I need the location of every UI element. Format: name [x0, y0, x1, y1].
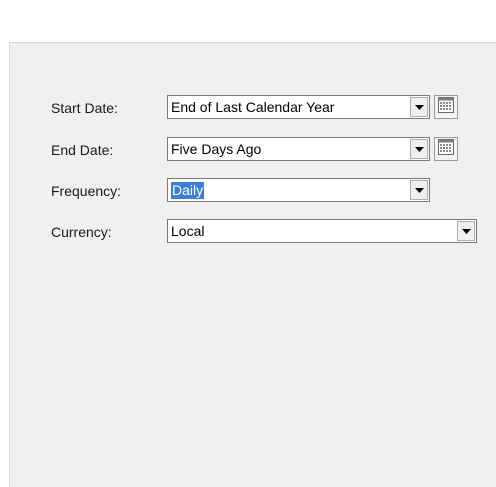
currency-row: Currency: Local	[10, 219, 496, 245]
end-date-label: End Date:	[51, 142, 114, 158]
start-date-value: End of Last Calendar Year	[171, 99, 335, 115]
screen: Start Date: End of Last Calendar Year En…	[0, 0, 496, 487]
chevron-down-icon[interactable]	[410, 139, 428, 159]
end-date-combobox[interactable]: Five Days Ago	[167, 137, 430, 161]
currency-label: Currency:	[51, 224, 112, 240]
frequency-value: Daily	[171, 182, 205, 199]
frequency-label: Frequency:	[51, 183, 122, 199]
start-date-combobox[interactable]: End of Last Calendar Year	[167, 95, 430, 119]
calendar-icon	[438, 138, 454, 160]
currency-combobox[interactable]: Local	[167, 219, 477, 243]
start-date-row: Start Date: End of Last Calendar Year	[10, 95, 496, 121]
end-date-calendar-button[interactable]	[434, 137, 458, 161]
chevron-down-icon[interactable]	[410, 97, 428, 117]
calendar-icon	[438, 96, 454, 118]
chevron-down-icon[interactable]	[410, 180, 428, 200]
frequency-combobox[interactable]: Daily	[167, 178, 430, 202]
end-date-row: End Date: Five Days Ago	[10, 137, 496, 163]
end-date-value: Five Days Ago	[171, 141, 262, 157]
start-date-calendar-button[interactable]	[434, 95, 458, 119]
frequency-row: Frequency: Daily	[10, 178, 496, 204]
start-date-label: Start Date:	[51, 100, 118, 116]
chevron-down-icon[interactable]	[457, 221, 475, 241]
settings-panel: Start Date: End of Last Calendar Year En…	[9, 42, 496, 487]
currency-value: Local	[171, 223, 205, 239]
